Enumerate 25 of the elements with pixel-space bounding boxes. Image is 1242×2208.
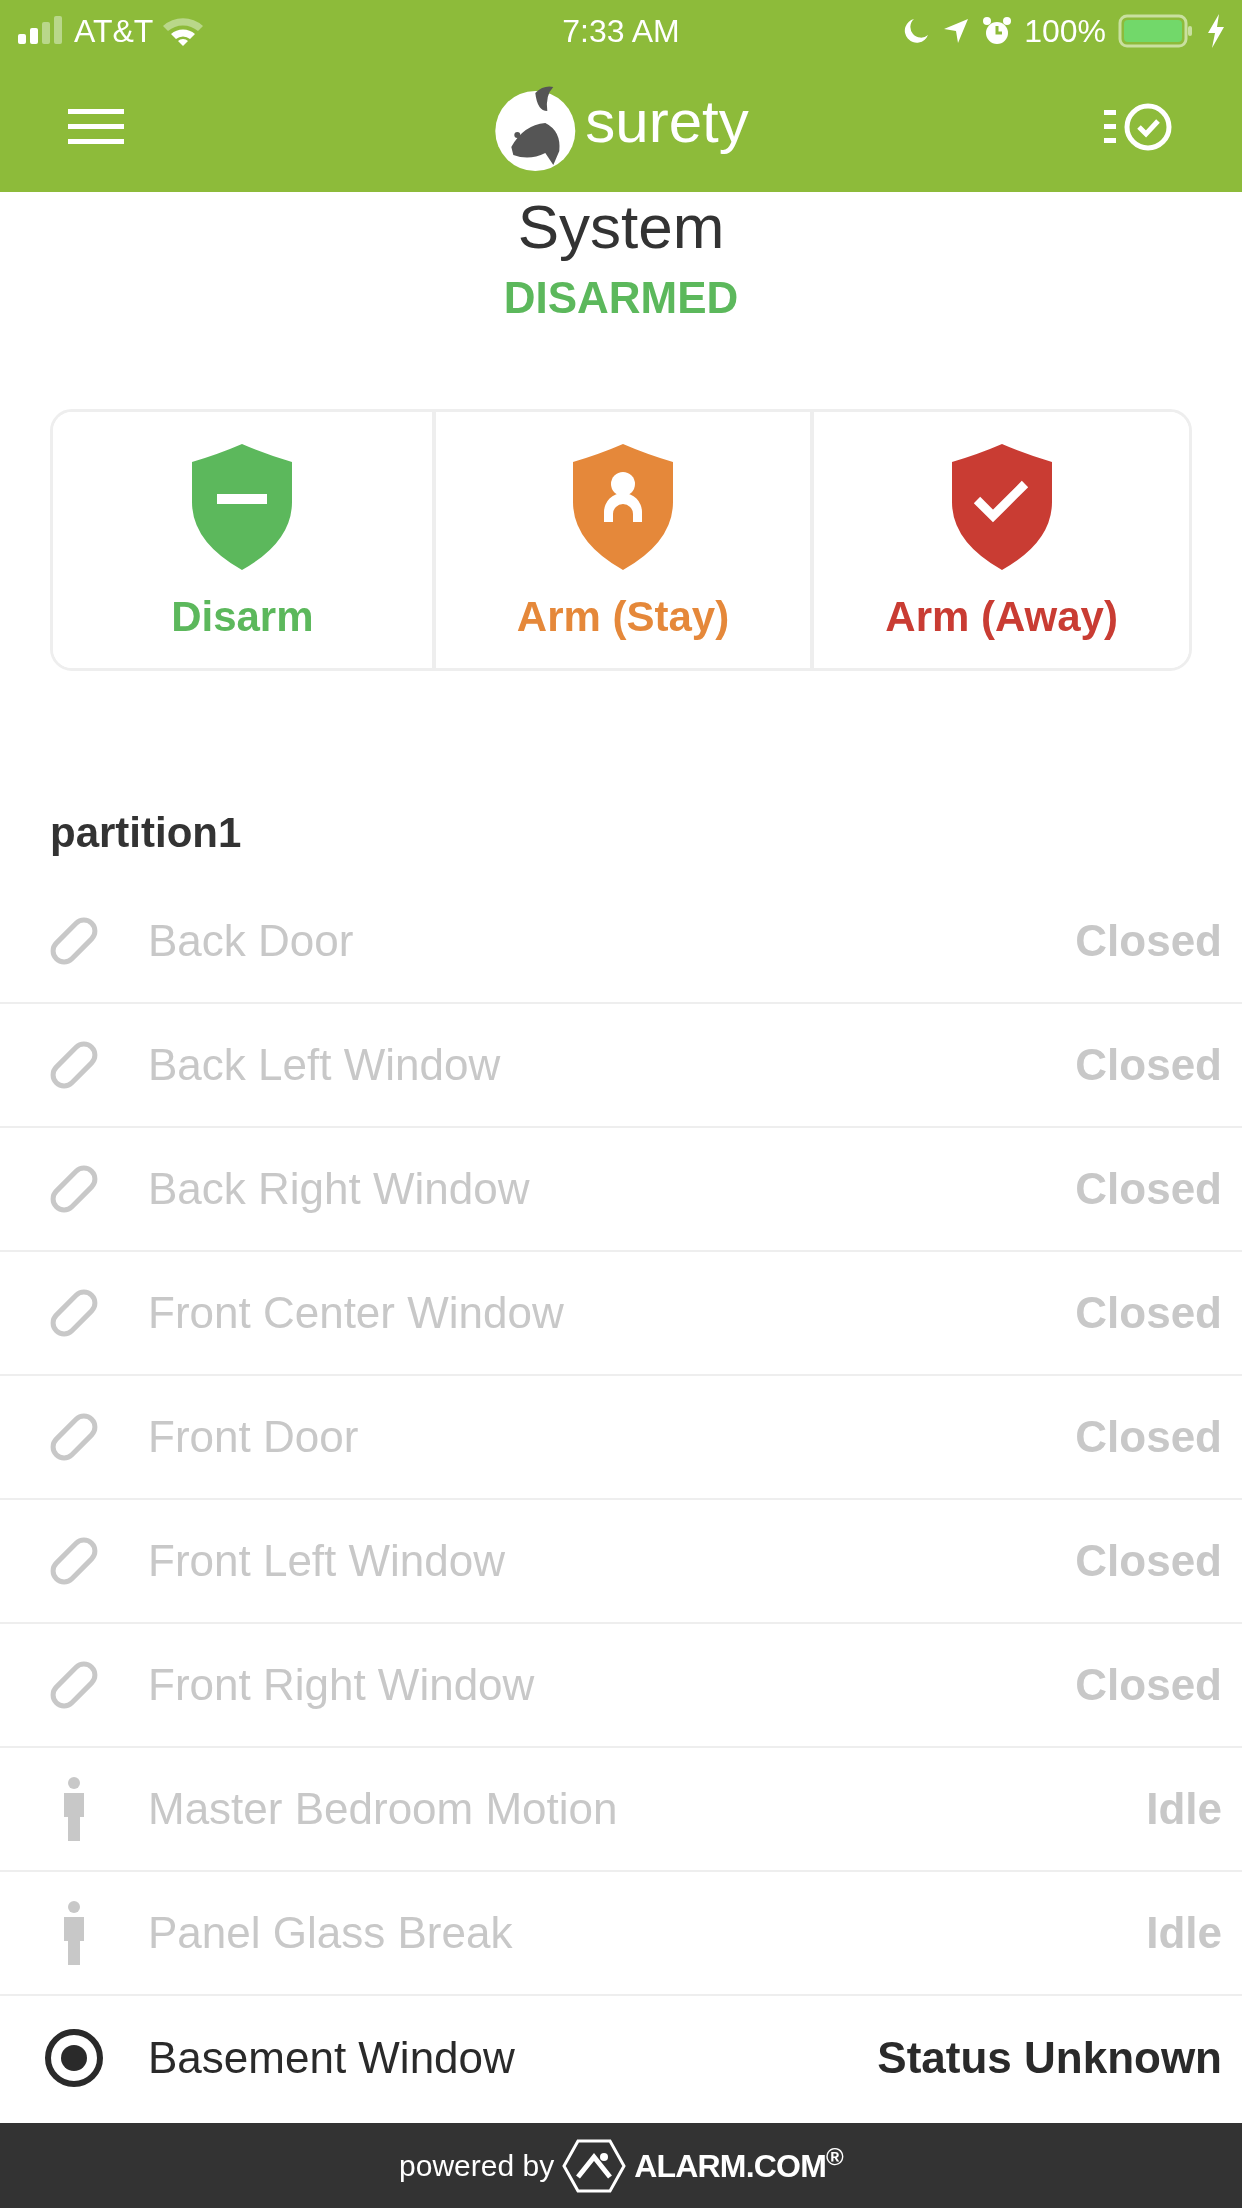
clock-text: 7:33 AM bbox=[562, 12, 680, 51]
system-status: DISARMED bbox=[503, 271, 739, 324]
person-icon bbox=[61, 1776, 87, 1841]
radio-dot-icon bbox=[43, 2026, 105, 2089]
system-title: System bbox=[517, 192, 725, 263]
brand-text: ALARM.COM$^{®}$ bbox=[634, 2141, 843, 2186]
task-list-check-icon[interactable] bbox=[1104, 102, 1174, 152]
person-icon bbox=[61, 1900, 87, 1965]
logo-text: surety bbox=[585, 92, 749, 157]
hexagon-logo-icon bbox=[562, 2138, 627, 2193]
arm-mode-button[interactable]: Arm (Away) bbox=[810, 411, 1189, 668]
menu-icon[interactable] bbox=[68, 109, 124, 145]
sensor-row[interactable]: Basement Window Status Unknown bbox=[0, 1995, 1242, 2120]
location-arrow-icon bbox=[942, 17, 971, 45]
battery-icon bbox=[1118, 14, 1194, 48]
carrier-text: AT&T bbox=[74, 12, 154, 51]
moon-icon bbox=[902, 17, 931, 45]
alarm-clock-icon bbox=[982, 16, 1013, 46]
wifi-icon bbox=[161, 16, 206, 46]
partition-title: partition1 bbox=[50, 807, 243, 858]
charging-bolt-icon bbox=[1206, 14, 1226, 48]
powered-by-text: powered by bbox=[399, 2148, 555, 2184]
battery-percent-text: 100% bbox=[1024, 12, 1106, 51]
sensor-name: Basement Window bbox=[148, 2031, 516, 2084]
sensor-status: Status Unknown bbox=[877, 2031, 1222, 2084]
